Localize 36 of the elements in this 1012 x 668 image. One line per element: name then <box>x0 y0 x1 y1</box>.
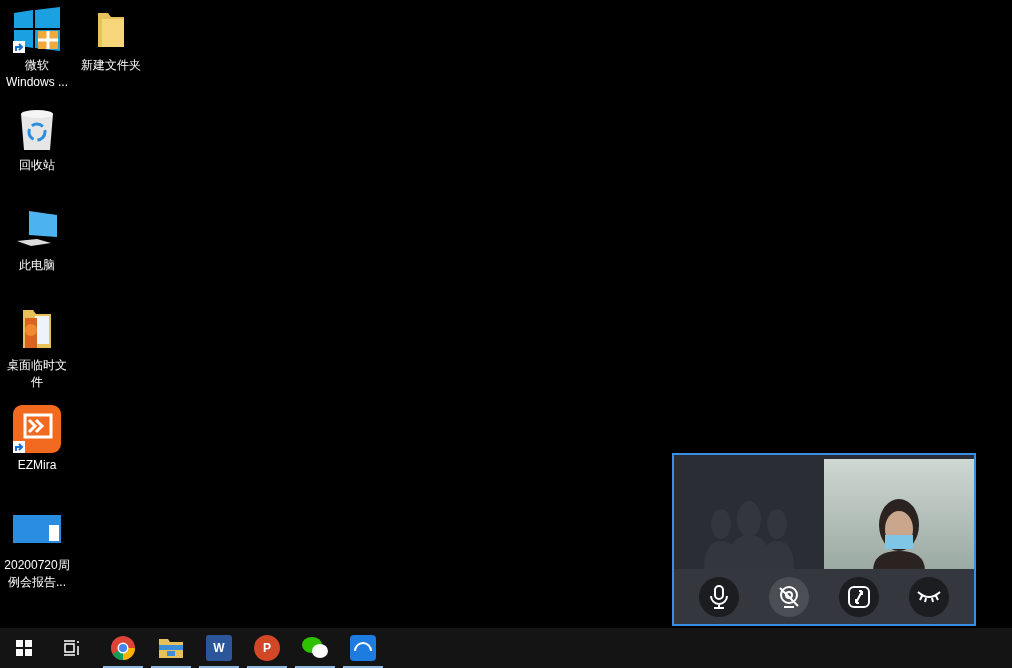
desktop-shortcut[interactable]: 桌面临时文件 <box>0 305 74 405</box>
desktop-icon-label: 微软 Windows ... <box>5 57 69 91</box>
desktop-icon-label: 桌面临时文件 <box>6 357 68 391</box>
microphone-icon <box>708 584 730 609</box>
desktop-shortcut[interactable]: 20200720周例会报告... <box>0 505 74 605</box>
browser-icon <box>110 635 136 661</box>
taskbar-app-button[interactable]: W <box>195 628 243 668</box>
desktop-shortcut[interactable]: 此电脑 <box>0 205 74 305</box>
desktop-icon-label: EZMira <box>17 457 57 474</box>
slide-thumbnail-icon <box>13 515 61 543</box>
recycle-bin-icon <box>19 108 55 150</box>
presentation-app-icon: P <box>254 635 280 661</box>
desktop-shortcut[interactable]: EZMira <box>0 405 74 505</box>
desktop-shortcut[interactable]: 新建文件夹 <box>74 5 148 105</box>
taskbar-app-button[interactable]: P <box>243 628 291 668</box>
call-control-button[interactable] <box>699 576 739 617</box>
task-view-icon <box>63 640 81 656</box>
windows-logo-icon <box>16 640 32 656</box>
call-control-button[interactable] <box>839 576 879 617</box>
desktop-icon-label: 20200720周例会报告... <box>3 557 71 591</box>
windows-logo-icon <box>14 7 60 51</box>
call-control-button[interactable] <box>769 576 809 617</box>
folder-icon <box>21 308 53 350</box>
chat-bubbles-icon <box>301 636 329 660</box>
desktop-icon-label: 新建文件夹 <box>81 57 141 74</box>
desktop-icon-label: 此电脑 <box>19 257 55 274</box>
word-app-icon: W <box>206 635 232 661</box>
desktop-shortcut[interactable]: 微软 Windows ... <box>0 5 74 105</box>
eye-closed-icon <box>916 588 942 605</box>
desktop-icon-label: 回收站 <box>19 157 55 174</box>
switch-camera-icon <box>847 584 871 609</box>
camera-off-icon <box>777 584 801 609</box>
computer-icon <box>15 209 59 249</box>
desktop-shortcut[interactable]: 回收站 <box>0 105 74 205</box>
call-control-button[interactable] <box>909 576 949 617</box>
folder-icon <box>158 637 184 659</box>
